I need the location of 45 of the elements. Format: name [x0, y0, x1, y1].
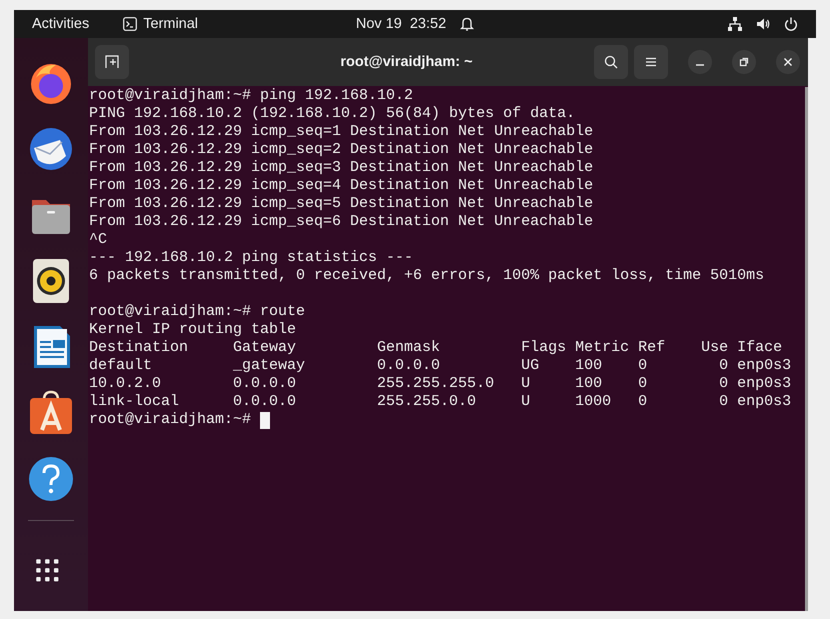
mail-icon[interactable]	[28, 126, 74, 172]
minimize-icon	[696, 64, 704, 66]
search-button[interactable]	[594, 45, 628, 79]
bell-icon	[460, 16, 474, 32]
close-button[interactable]	[776, 50, 800, 74]
restore-icon	[739, 57, 749, 67]
terminal-icon	[123, 17, 138, 31]
terminal-line: link-local 0.0.0.0 255.255.0.0 U 1000 0 0 enp0s3	[89, 393, 792, 411]
terminal-line: PING 192.168.10.2 (192.168.10.2) 56(84) bytes of data.	[89, 105, 576, 123]
terminal-line: 10.0.2.0 0.0.0.0 255.255.255.0 U 100 0 0 enp0s3	[89, 375, 792, 393]
volume-icon[interactable]	[756, 17, 770, 31]
terminal-line: From 103.26.12.29 icmp_seq=6 Destination Net Unreachable	[89, 213, 594, 231]
menu-button[interactable]	[634, 45, 668, 79]
terminal-area[interactable]	[88, 86, 808, 611]
terminal-line: 6 packets transmitted, 0 received, +6 errors, 100% packet loss, time 5010ms	[89, 267, 766, 285]
terminal-line: root@viraidjham:~# ping 192.168.10.2	[89, 87, 414, 105]
maximize-button[interactable]	[732, 50, 756, 74]
power-icon[interactable]	[784, 17, 798, 31]
terminal-line: ^C	[89, 231, 108, 249]
app-menu[interactable]: Terminal	[143, 16, 198, 32]
terminal-line: --- 192.168.10.2 ping statistics ---	[89, 249, 414, 267]
terminal-line: Destination Gateway Genmask Flags Metric Ref Use Iface	[89, 339, 784, 357]
text-cursor	[260, 412, 270, 428]
network-icon[interactable]	[728, 17, 742, 31]
new-tab-icon	[105, 55, 119, 69]
new-tab-button[interactable]	[95, 45, 129, 79]
scrollbar[interactable]	[805, 87, 808, 611]
terminal-line: From 103.26.12.29 icmp_seq=2 Destination Net Unreachable	[89, 141, 594, 159]
terminal-line: default _gateway 0.0.0.0 UG 100 0 0 enp0s3	[89, 357, 792, 375]
terminal-line: root@viraidjham:~# route	[89, 303, 306, 321]
minimize-button[interactable]	[688, 50, 712, 74]
terminal-line: From 103.26.12.29 icmp_seq=4 Destination Net Unreachable	[89, 177, 594, 195]
terminal-line: Kernel IP routing table	[89, 321, 298, 339]
menu-icon	[644, 55, 658, 69]
terminal-line: From 103.26.12.29 icmp_seq=3 Destination Net Unreachable	[89, 159, 594, 177]
window-title: root@viraidjham: ~	[339, 54, 474, 70]
help-icon[interactable]	[28, 456, 74, 502]
terminal-prompt: root@viraidjham:~#	[89, 411, 252, 429]
search-icon	[604, 55, 618, 69]
shopping-bag-icon[interactable]	[28, 390, 74, 436]
clock[interactable]: Nov 19 23:52	[356, 16, 446, 32]
activities-button[interactable]: Activities	[32, 16, 90, 32]
close-icon	[783, 57, 793, 67]
terminal-line: From 103.26.12.29 icmp_seq=5 Destination Net Unreachable	[89, 195, 594, 213]
terminal-line: From 103.26.12.29 icmp_seq=1 Destination Net Unreachable	[89, 123, 594, 141]
